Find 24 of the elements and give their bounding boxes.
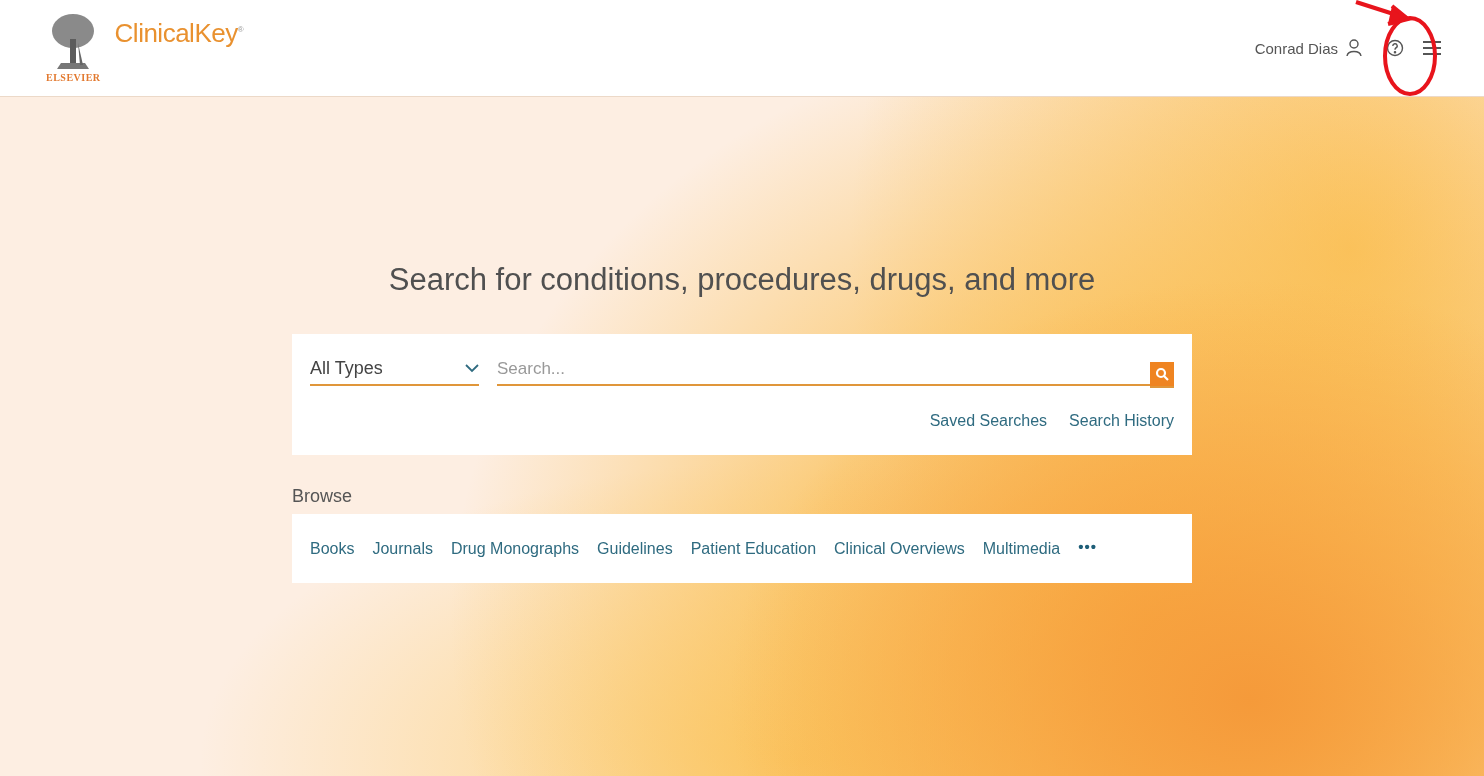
tree-logo-icon xyxy=(51,13,96,71)
search-field[interactable]: Search... xyxy=(497,356,1150,386)
search-link[interactable]: Search History xyxy=(1069,412,1174,430)
search-icon xyxy=(1155,367,1169,381)
menu-icon[interactable] xyxy=(1420,38,1444,58)
chevron-down-icon xyxy=(465,364,479,373)
browse-link[interactable]: Books xyxy=(310,539,355,558)
browse-link[interactable]: Multimedia xyxy=(982,539,1061,558)
user-icon[interactable] xyxy=(1346,39,1362,57)
search-button[interactable] xyxy=(1150,362,1174,386)
product-logo: ClinicalKey$^{®}$ xyxy=(114,17,244,49)
help-icon[interactable] xyxy=(1384,37,1406,59)
browse-link[interactable]: Journals xyxy=(372,539,433,558)
elsevier-wordmark: ELSEVIER xyxy=(46,72,101,83)
browse-link[interactable]: Guidelines xyxy=(597,539,673,558)
browse-link[interactable]: Drug Monographs xyxy=(450,539,580,558)
type-dropdown[interactable]: All Types xyxy=(310,354,479,386)
browse-link[interactable]: Clinical Overviews xyxy=(834,539,965,558)
user-name[interactable]: Conrad Dias xyxy=(1254,39,1338,57)
browse-link[interactable]: Patient Education xyxy=(690,539,817,558)
page-heading: Search for conditions, procedures, drugs, and more xyxy=(387,262,1097,298)
browse-label: Browse xyxy=(292,486,354,507)
search-link[interactable]: Saved Searches xyxy=(929,412,1048,430)
more-button[interactable]: ••• xyxy=(1078,538,1097,555)
